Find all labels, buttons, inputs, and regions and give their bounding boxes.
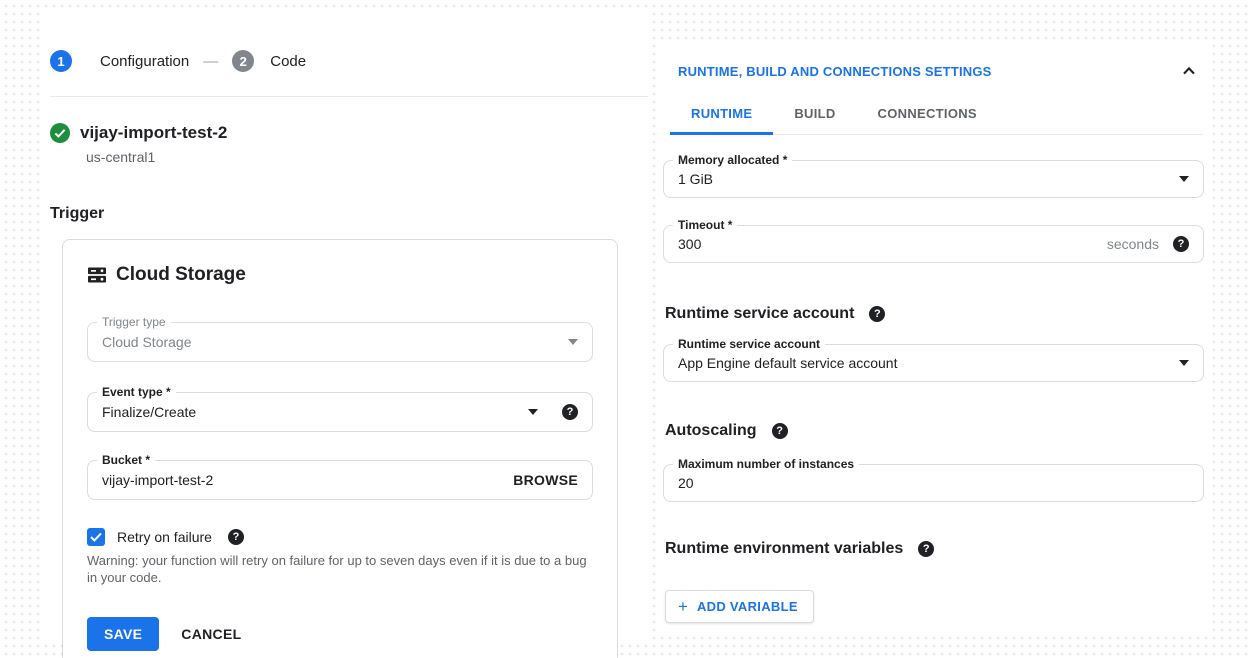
step-2-label[interactable]: Code	[270, 53, 306, 70]
save-button[interactable]: SAVE	[87, 617, 159, 651]
max-instances-label: Maximum number of instances	[673, 457, 859, 471]
dropdown-arrow-icon	[568, 339, 578, 345]
service-account-select[interactable]: Runtime service account App Engine defau…	[663, 344, 1204, 382]
dropdown-arrow-icon[interactable]	[528, 409, 538, 415]
plus-icon: +	[678, 600, 688, 613]
event-type-value: Finalize/Create	[102, 404, 528, 420]
bucket-label: Bucket *	[97, 453, 155, 467]
runtime-tab-content: Memory allocated * 1 GiB Timeout * 300 s…	[656, 160, 1213, 623]
trigger-type-label: Trigger type	[97, 315, 171, 329]
event-type-label: Event type *	[97, 385, 176, 399]
chevron-up-icon	[1181, 63, 1197, 79]
stepper-divider	[50, 96, 648, 97]
configuration-panel: 1 Configuration — 2 Code vijay-import-te…	[44, 12, 648, 645]
step-1-label[interactable]: Configuration	[100, 53, 189, 70]
tab-runtime[interactable]: RUNTIME	[670, 96, 773, 135]
settings-header: RUNTIME, BUILD AND CONNECTIONS SETTINGS	[656, 45, 1213, 79]
stepper-separator: —	[203, 53, 218, 70]
stepper: 1 Configuration — 2 Code	[44, 12, 648, 72]
timeout-value[interactable]: 300	[678, 236, 1107, 252]
autoscaling-section: Autoscaling ?	[663, 422, 1204, 440]
trigger-type-select[interactable]: Trigger type Cloud Storage	[87, 322, 593, 362]
retry-checkbox[interactable]	[87, 528, 105, 546]
trigger-card-title: Cloud Storage	[116, 264, 246, 286]
collapse-section-button[interactable]	[1181, 63, 1197, 79]
trigger-card: Cloud Storage Trigger type Cloud Storage…	[62, 239, 618, 658]
runtime-settings-panel: RUNTIME, BUILD AND CONNECTIONS SETTINGS …	[656, 45, 1213, 633]
memory-allocated-select[interactable]: Memory allocated * 1 GiB	[663, 160, 1204, 198]
env-vars-heading: Runtime environment variables	[665, 540, 903, 558]
cancel-button[interactable]: CANCEL	[181, 626, 241, 642]
event-type-select[interactable]: Event type * Finalize/Create ?	[87, 392, 593, 432]
max-instances-value[interactable]: 20	[678, 475, 1189, 491]
bucket-value[interactable]: vijay-import-test-2	[102, 472, 513, 488]
timeout-unit-suffix: seconds	[1107, 236, 1159, 252]
retry-help-icon[interactable]: ?	[228, 529, 244, 545]
service-account-heading: Runtime service account	[665, 305, 854, 323]
dropdown-arrow-icon[interactable]	[1179, 360, 1189, 366]
function-region: us-central1	[86, 149, 648, 165]
trigger-card-title-row: Cloud Storage	[87, 264, 593, 286]
trigger-type-value: Cloud Storage	[102, 334, 568, 350]
step-1-circle[interactable]: 1	[50, 50, 72, 72]
timeout-field[interactable]: Timeout * 300 seconds ?	[663, 225, 1204, 263]
retry-row: Retry on failure ?	[87, 528, 593, 546]
timeout-label: Timeout *	[673, 218, 737, 232]
service-account-label: Runtime service account	[673, 337, 825, 351]
autoscaling-heading: Autoscaling	[665, 422, 757, 440]
memory-allocated-label: Memory allocated *	[673, 153, 792, 167]
bucket-field[interactable]: Bucket * vijay-import-test-2 BROWSE	[87, 460, 593, 500]
timeout-help-icon[interactable]: ?	[1173, 236, 1189, 252]
service-account-value: App Engine default service account	[678, 355, 1179, 371]
trigger-card-actions: SAVE CANCEL	[87, 617, 593, 651]
trigger-section-heading: Trigger	[50, 205, 648, 223]
tab-build[interactable]: BUILD	[773, 96, 856, 135]
retry-warning-text: Warning: your function will retry on fai…	[87, 553, 593, 587]
success-check-icon	[50, 123, 70, 143]
tab-connections[interactable]: CONNECTIONS	[857, 96, 998, 135]
add-variable-label: ADD VARIABLE	[697, 599, 798, 614]
add-variable-button[interactable]: + ADD VARIABLE	[665, 590, 814, 623]
function-name: vijay-import-test-2	[80, 123, 227, 143]
browse-button[interactable]: BROWSE	[513, 472, 578, 488]
service-account-section: Runtime service account ?	[663, 305, 1204, 323]
retry-label[interactable]: Retry on failure	[117, 529, 212, 545]
autoscaling-help-icon[interactable]: ?	[772, 423, 788, 439]
settings-header-title[interactable]: RUNTIME, BUILD AND CONNECTIONS SETTINGS	[678, 64, 992, 79]
settings-tabs: RUNTIME BUILD CONNECTIONS	[670, 96, 1203, 135]
step-2-circle[interactable]: 2	[232, 50, 254, 72]
memory-allocated-value: 1 GiB	[678, 171, 1179, 187]
event-type-help-icon[interactable]: ?	[562, 404, 578, 420]
env-vars-section: Runtime environment variables ?	[663, 540, 1204, 558]
function-name-row: vijay-import-test-2	[50, 123, 648, 143]
max-instances-field[interactable]: Maximum number of instances 20	[663, 464, 1204, 502]
cloud-storage-icon	[87, 265, 107, 285]
env-vars-help-icon[interactable]: ?	[918, 541, 934, 557]
service-account-help-icon[interactable]: ?	[869, 306, 885, 322]
dropdown-arrow-icon[interactable]	[1179, 176, 1189, 182]
